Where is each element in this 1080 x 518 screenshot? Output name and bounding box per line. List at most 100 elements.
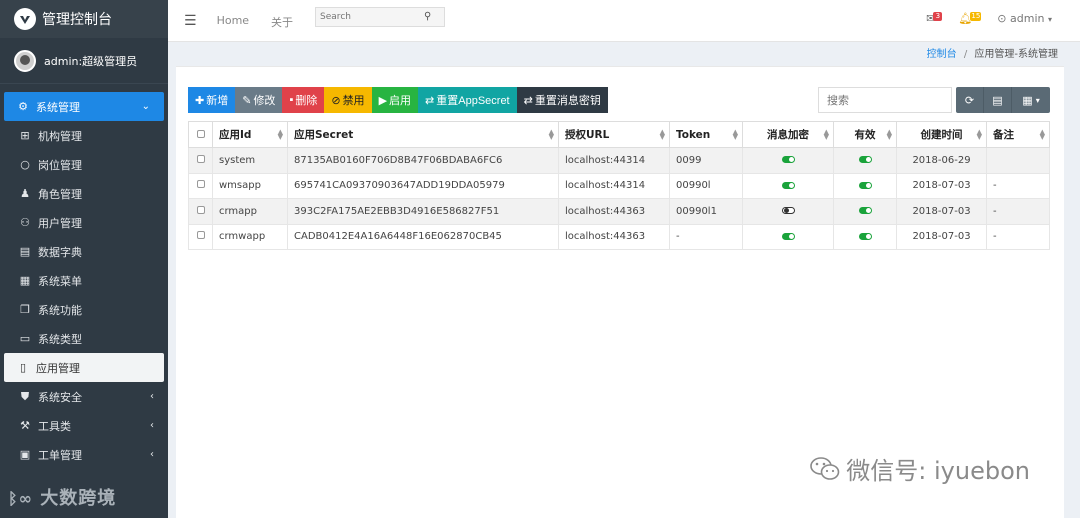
top-right: ✉3 🔔︎15 ⊙ admin ▾ bbox=[926, 12, 1052, 25]
row-select-cell bbox=[188, 223, 213, 250]
sidebar-item[interactable]: ⊞ 机构管理 bbox=[0, 121, 168, 150]
toggle-view-button[interactable]: ▤ bbox=[984, 87, 1012, 113]
toggle-on-icon[interactable] bbox=[781, 156, 795, 164]
watermark-logo: ᛒ∞ 大数跨境 bbox=[8, 484, 116, 510]
sidebar-item[interactable]: ▤ 数据字典 bbox=[0, 237, 168, 266]
sidebar-item[interactable]: ⚇ 用户管理 bbox=[0, 208, 168, 237]
col-auth-url[interactable]: 授权URL ▲ ▼ bbox=[558, 121, 670, 148]
sidebar-item-label: 岗位管理 bbox=[38, 158, 82, 172]
breadcrumb-home[interactable]: 控制台 bbox=[927, 49, 957, 60]
sidebar-item-label: 用户管理 bbox=[38, 216, 82, 230]
chevron-left-icon: ‹ bbox=[150, 420, 154, 431]
button-label: 新增 bbox=[206, 95, 229, 107]
col-remark[interactable]: 备注 ▲ ▼ bbox=[986, 121, 1050, 148]
select-all-cell bbox=[188, 121, 213, 148]
cell-id: crmwapp bbox=[212, 223, 288, 250]
row-checkbox[interactable] bbox=[196, 154, 205, 163]
sidebar-menu: ⚙ 系统管理 ⌄ ⊞ 机构管理 ○ 岗位管理 ♟ 角色管理 ⚇ 用户管理 ▤ 数据字典 ▦ 系统菜单 ❐ 系统功… bbox=[0, 92, 168, 469]
toggle-on-icon[interactable] bbox=[858, 181, 872, 189]
breadcrumb: 控制台 / 应用管理-系统管理 bbox=[927, 45, 1058, 60]
toggle-on-icon[interactable] bbox=[858, 232, 872, 240]
sidebar-item-label: 系统安全 bbox=[38, 390, 82, 404]
enable-button[interactable]: ▶ 启用 bbox=[371, 87, 419, 113]
sidebar-item-label: 工具类 bbox=[38, 419, 71, 433]
sidebar-item[interactable]: ⛊ 系统安全 ‹ bbox=[0, 382, 168, 411]
edit-button[interactable]: ✎ 修改 bbox=[235, 87, 283, 113]
col-app-id[interactable]: 应用Id ▲ ▼ bbox=[212, 121, 288, 148]
notifications-button[interactable]: 🔔︎15 bbox=[958, 12, 982, 25]
user-menu[interactable]: ⊙ admin ▾ bbox=[997, 12, 1052, 25]
toggle-off-icon[interactable] bbox=[781, 207, 795, 215]
col-label: 消息加密 bbox=[767, 129, 809, 141]
cell-created: 2018-07-03 bbox=[896, 223, 987, 250]
toggle-on-icon[interactable] bbox=[858, 207, 872, 215]
table-search-input[interactable] bbox=[818, 87, 952, 113]
reset-appsecret-button[interactable]: ⇄ 重置AppSecret bbox=[418, 87, 517, 113]
user-circle-icon: ⊙ bbox=[997, 12, 1007, 25]
nav-about-link[interactable]: 关于 bbox=[271, 14, 293, 30]
col-created[interactable]: 创建时间 ▲ ▼ bbox=[896, 121, 987, 148]
wechat-watermark: 微信号: iyuebon bbox=[810, 451, 1030, 486]
select-all-checkbox[interactable] bbox=[196, 129, 205, 138]
col-label: 授权URL bbox=[565, 129, 610, 141]
col-token[interactable]: Token ▲ ▼ bbox=[669, 121, 743, 148]
brand-title: 管理控制台 bbox=[42, 12, 112, 28]
col-label: 备注 bbox=[993, 129, 1014, 141]
cell-created: 2018-06-29 bbox=[896, 147, 987, 174]
sidebar-item[interactable]: ▭ 系统类型 bbox=[0, 324, 168, 353]
top-search: ⚲ bbox=[315, 6, 446, 27]
sidebar-item-label: 应用管理 bbox=[36, 361, 80, 375]
sidebar-item[interactable]: ⚙ 系统管理 ⌄ bbox=[4, 92, 164, 121]
breadcrumb-current: 应用管理-系统管理 bbox=[974, 49, 1058, 60]
cell-id: system bbox=[212, 147, 288, 174]
refresh-button[interactable]: ⟳ bbox=[956, 87, 984, 113]
wechat-icon bbox=[810, 456, 840, 480]
col-msg-encrypt[interactable]: 消息加密 ▲ ▼ bbox=[742, 121, 834, 148]
chevron-down-icon: ⌄ bbox=[141, 101, 150, 112]
sidebar-item-label: 系统菜单 bbox=[38, 274, 82, 288]
button-label: 重置AppSecret bbox=[436, 95, 510, 107]
disable-button[interactable]: ⊘ 禁用 bbox=[324, 87, 372, 113]
ticket-icon: ▣ bbox=[19, 448, 31, 461]
sidebar-item[interactable]: ♟ 角色管理 bbox=[0, 179, 168, 208]
search-icon[interactable]: ⚲ bbox=[424, 11, 431, 22]
table-row[interactable]: crmapp 393C2FA175AE2EBB3D4916E586827F51 lo… bbox=[188, 198, 1050, 225]
delete-button[interactable]: ▪ 删除 bbox=[282, 87, 325, 113]
toggle-on-icon[interactable] bbox=[858, 156, 872, 164]
sidebar-item[interactable]: ▣ 工单管理 ‹ bbox=[0, 440, 168, 469]
reset-message-key-button[interactable]: ⇄ 重置消息密钥 bbox=[516, 87, 608, 113]
sidebar-item-label: 工单管理 bbox=[38, 448, 82, 462]
row-checkbox[interactable] bbox=[196, 205, 205, 214]
col-valid[interactable]: 有效 ▲ ▼ bbox=[833, 121, 897, 148]
cell-created: 2018-07-03 bbox=[896, 198, 987, 225]
sidebar-item[interactable]: ⚒ 工具类 ‹ bbox=[0, 411, 168, 440]
user-panel[interactable]: admin:超级管理员 bbox=[0, 38, 168, 84]
cell-secret: CADB0412E4A16A6448F16E062870CB45 bbox=[287, 223, 559, 250]
row-checkbox[interactable] bbox=[196, 231, 205, 240]
cell-remark: - bbox=[986, 172, 1050, 199]
table-row[interactable]: crmwapp CADB0412E4A16A6448F16E062870CB45 l… bbox=[188, 223, 1050, 250]
brand[interactable]: 管理控制台 bbox=[0, 0, 168, 38]
cell-url: localhost:44314 bbox=[558, 172, 670, 199]
add-button[interactable]: ✚ 新增 bbox=[188, 87, 236, 113]
cell-secret: 87135AB0160F706D8B47F06BDABA6FC6 bbox=[287, 147, 559, 174]
sidebar-item[interactable]: ○ 岗位管理 bbox=[0, 150, 168, 179]
toggle-on-icon[interactable] bbox=[781, 232, 795, 240]
sidebar-item[interactable]: ▦ 系统菜单 bbox=[0, 266, 168, 295]
edit-icon: ✎ bbox=[242, 94, 252, 107]
button-label: 禁用 bbox=[342, 95, 365, 107]
cell-encrypt bbox=[742, 172, 834, 199]
top-search-input[interactable] bbox=[320, 11, 425, 22]
toggle-on-icon[interactable] bbox=[781, 181, 795, 189]
hamburger-menu-icon[interactable]: ☰ bbox=[184, 13, 197, 29]
topbar: ☰ Home 关于 ⚲ ✉3 🔔︎15 ⊙ admin ▾ bbox=[168, 0, 1080, 42]
columns-button[interactable]: ▦ ▾ bbox=[1012, 87, 1050, 113]
messages-button[interactable]: ✉3 bbox=[926, 12, 943, 25]
nav-home-link[interactable]: Home bbox=[217, 14, 249, 30]
row-checkbox[interactable] bbox=[196, 180, 205, 189]
table-row[interactable]: system 87135AB0160F706D8B47F06BDABA6FC6 lo… bbox=[188, 147, 1050, 174]
sidebar-item[interactable]: ▯ 应用管理 bbox=[4, 353, 164, 382]
table-row[interactable]: wmsapp 695741CA09370903647ADD19DDA05979 lo… bbox=[188, 172, 1050, 199]
col-app-secret[interactable]: 应用Secret ▲ ▼ bbox=[287, 121, 559, 148]
sidebar-item[interactable]: ❐ 系统功能 bbox=[0, 295, 168, 324]
